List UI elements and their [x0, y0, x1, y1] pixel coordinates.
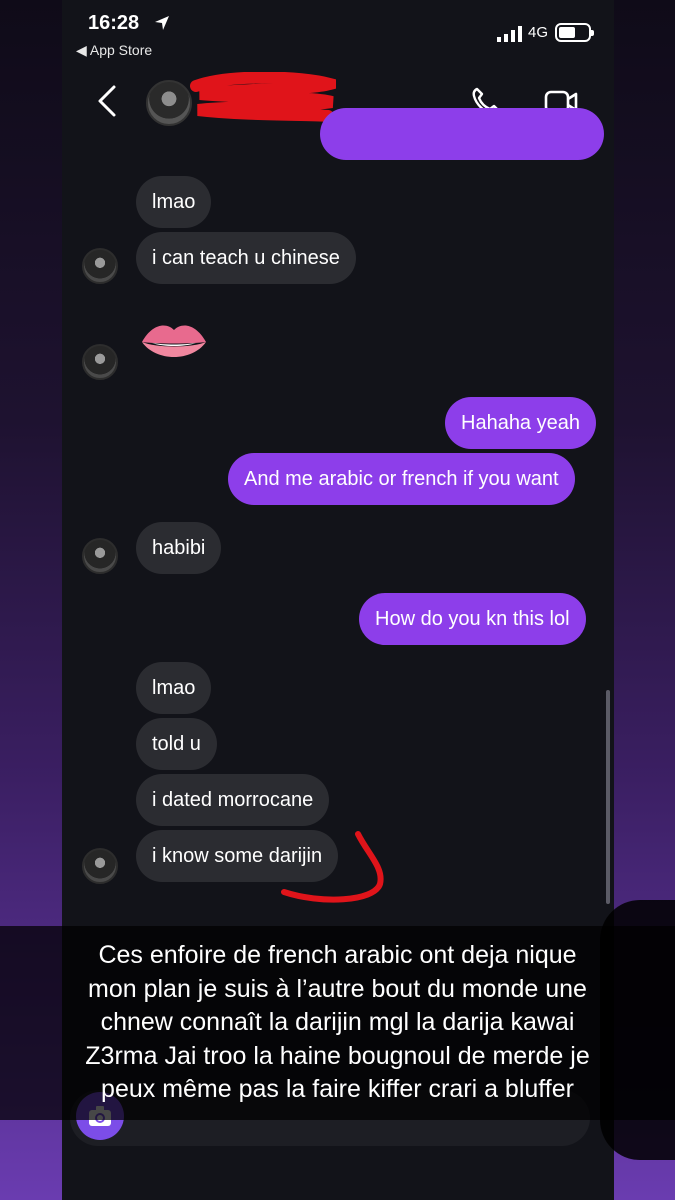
message-bubble-incoming: i dated morrocane	[136, 774, 330, 826]
scrollbar[interactable]	[606, 690, 610, 904]
back-to-app-store-link[interactable]: ◀ App Store	[76, 42, 152, 59]
red-underline-annotation	[281, 831, 384, 903]
caption-line: chnew connaît la darijin mgl la darija k…	[100, 1008, 575, 1036]
cellular-signal-icon	[497, 26, 522, 42]
message-bubble-incoming: habibi	[136, 522, 222, 574]
lips-emoji: 👄	[142, 322, 143, 323]
message-bubble-outgoing: Hahaha yeah	[445, 397, 596, 449]
message-bubble-outgoing: And me arabic or french if you want	[228, 453, 575, 505]
sender-avatar	[82, 344, 118, 380]
message-bubble-incoming: lmao	[136, 662, 212, 714]
caption-line: Ces enfoire de french arabic ont deja ni…	[98, 941, 577, 969]
message-bubble-outgoing-partial	[320, 108, 604, 160]
message-bubble-outgoing: How do you kn this lol	[359, 593, 586, 645]
battery-icon	[555, 23, 594, 42]
message-bubble-incoming: lmao	[136, 176, 212, 228]
contact-avatar[interactable]	[146, 80, 192, 126]
caption-overlay: Ces enfoire de french arabic ont deja ni…	[0, 926, 675, 1120]
lips-emoji-icon	[142, 325, 206, 357]
caption-line: peux même pas la faire kiffer crari a bl…	[101, 1075, 574, 1103]
message-bubble-incoming: told u	[136, 718, 217, 770]
sender-avatar	[82, 248, 118, 284]
status-time: 16:28	[88, 12, 140, 34]
network-type: 4G	[528, 24, 549, 41]
sender-avatar	[82, 538, 118, 574]
message-bubble-incoming: i can teach u chinese	[136, 232, 356, 284]
back-arrow-icon[interactable]	[96, 84, 118, 118]
sender-avatar	[82, 848, 118, 884]
caption-line: mon plan je suis à l’autre bout du monde…	[88, 974, 587, 1003]
caption-line: Z3rma Jai troo la haine bougnoul de merd…	[85, 1041, 590, 1070]
contact-name-redaction	[190, 72, 336, 122]
location-arrow-icon	[155, 16, 169, 30]
message-thread[interactable]: lmao i can teach u chinese 👄 Hahaha yeah…	[62, 108, 614, 938]
status-bar: 16:28 ◀ App Store 4G	[62, 0, 614, 70]
